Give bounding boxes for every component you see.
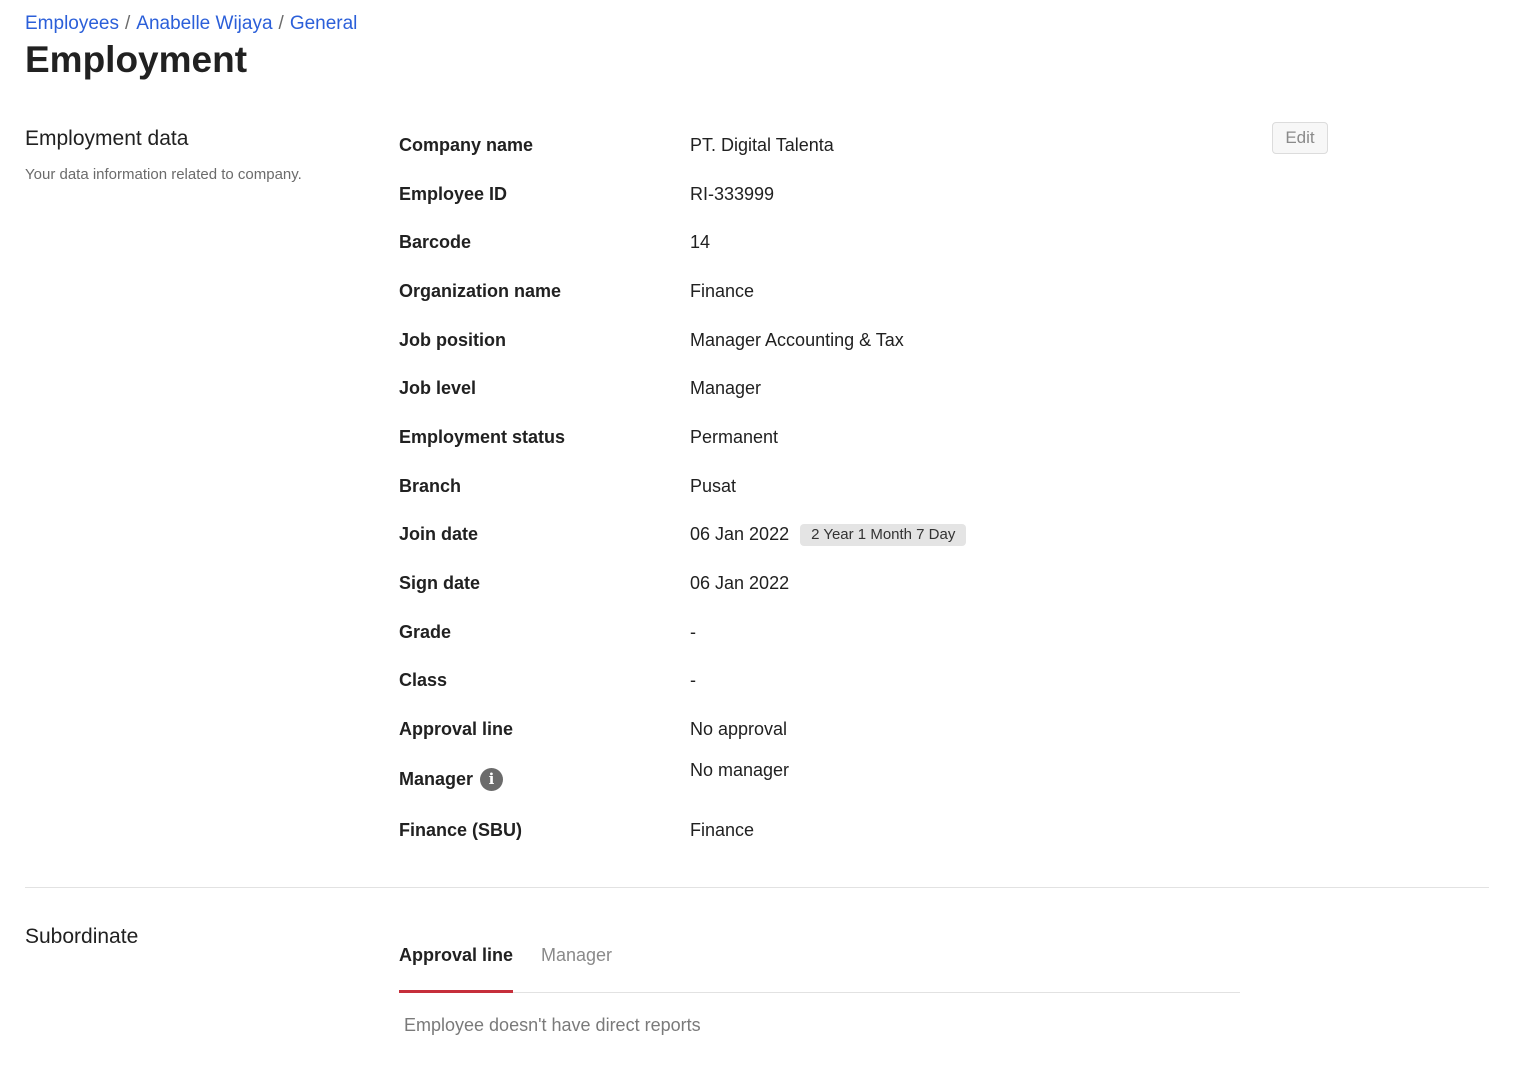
- field-label: Manager: [399, 769, 474, 790]
- breadcrumb-link-employee-name[interactable]: Anabelle Wijaya: [136, 13, 272, 34]
- field-value: 06 Jan 2022: [690, 573, 790, 594]
- breadcrumb-separator: /: [278, 13, 284, 34]
- field-label: Job position: [399, 329, 506, 350]
- field-label: Company name: [399, 134, 534, 155]
- field-row-finance-sbu: Finance (SBU) Finance: [399, 806, 1259, 855]
- field-label: Employment status: [399, 426, 566, 447]
- field-label: Approval line: [399, 719, 514, 740]
- field-value: No approval: [690, 719, 788, 740]
- info-icon[interactable]: i: [480, 768, 504, 792]
- breadcrumb-link-general[interactable]: General: [290, 13, 358, 34]
- field-value: -: [690, 670, 696, 691]
- field-row-sign-date: Sign date 06 Jan 2022: [399, 559, 1259, 608]
- breadcrumb-separator: /: [125, 13, 131, 34]
- field-value-wrapper: 06 Jan 2022 2 Year 1 Month 7 Day: [690, 523, 967, 546]
- field-value: RI-333999: [690, 183, 775, 204]
- field-label: Sign date: [399, 573, 481, 594]
- field-row-join-date: Join date 06 Jan 2022 2 Year 1 Month 7 D…: [399, 511, 1259, 560]
- field-row-barcode: Barcode 14: [399, 218, 1259, 267]
- employment-fields: Company name PT. Digital Talenta Employe…: [399, 121, 1259, 855]
- field-label: Finance (SBU): [399, 819, 523, 840]
- breadcrumb-link-employees[interactable]: Employees: [25, 13, 119, 34]
- field-value: Pusat: [690, 475, 737, 496]
- page-title: Employment: [25, 39, 248, 80]
- field-row-branch: Branch Pusat: [399, 462, 1259, 511]
- tab-approval-line[interactable]: Approval line: [399, 934, 514, 993]
- field-label: Organization name: [399, 280, 562, 301]
- employment-section-title: Employment data: [25, 127, 189, 150]
- field-row-grade: Grade -: [399, 608, 1259, 657]
- field-label: Branch: [399, 475, 462, 496]
- field-label: Class: [399, 670, 448, 691]
- field-row-job-position: Job position Manager Accounting & Tax: [399, 316, 1259, 365]
- field-row-employee-id: Employee ID RI-333999: [399, 170, 1259, 219]
- field-value: Finance: [690, 280, 755, 301]
- field-value: 06 Jan 2022: [690, 524, 790, 545]
- field-row-approval-line: Approval line No approval: [399, 705, 1259, 754]
- breadcrumb: Employees / Anabelle Wijaya / General: [25, 12, 357, 36]
- field-value: -: [690, 621, 696, 642]
- field-value: Manager Accounting & Tax: [690, 329, 904, 350]
- field-label-wrapper: Manager i: [399, 768, 690, 792]
- field-row-employment-status: Employment status Permanent: [399, 413, 1259, 462]
- field-value: PT. Digital Talenta: [690, 134, 834, 155]
- field-value: Manager: [690, 378, 762, 399]
- field-label: Grade: [399, 621, 452, 642]
- field-label: Job level: [399, 378, 477, 399]
- field-row-manager: Manager i No manager: [399, 754, 1259, 806]
- edit-button[interactable]: Edit: [1272, 122, 1328, 154]
- field-value: No manager: [690, 759, 790, 780]
- field-label: Employee ID: [399, 183, 508, 204]
- field-row-class: Class -: [399, 657, 1259, 706]
- field-row-company-name: Company name PT. Digital Talenta: [399, 121, 1259, 170]
- tenure-badge: 2 Year 1 Month 7 Day: [800, 523, 967, 546]
- employment-section-description: Your data information related to company…: [25, 166, 302, 183]
- field-value: Finance: [690, 819, 755, 840]
- subordinate-tabs: Approval line Manager: [399, 934, 1240, 993]
- field-label: Join date: [399, 524, 479, 545]
- field-label: Barcode: [399, 232, 472, 253]
- field-row-organization-name: Organization name Finance: [399, 267, 1259, 316]
- field-value: Permanent: [690, 426, 779, 447]
- tab-manager[interactable]: Manager: [541, 934, 612, 990]
- empty-state-message: Employee doesn't have direct reports: [404, 1015, 701, 1035]
- subordinate-section-title: Subordinate: [25, 925, 139, 948]
- section-divider: [25, 887, 1489, 888]
- field-row-job-level: Job level Manager: [399, 364, 1259, 413]
- field-value: 14: [690, 232, 711, 253]
- employment-page: Employees / Anabelle Wijaya / General Employ…: [0, 0, 1513, 1070]
